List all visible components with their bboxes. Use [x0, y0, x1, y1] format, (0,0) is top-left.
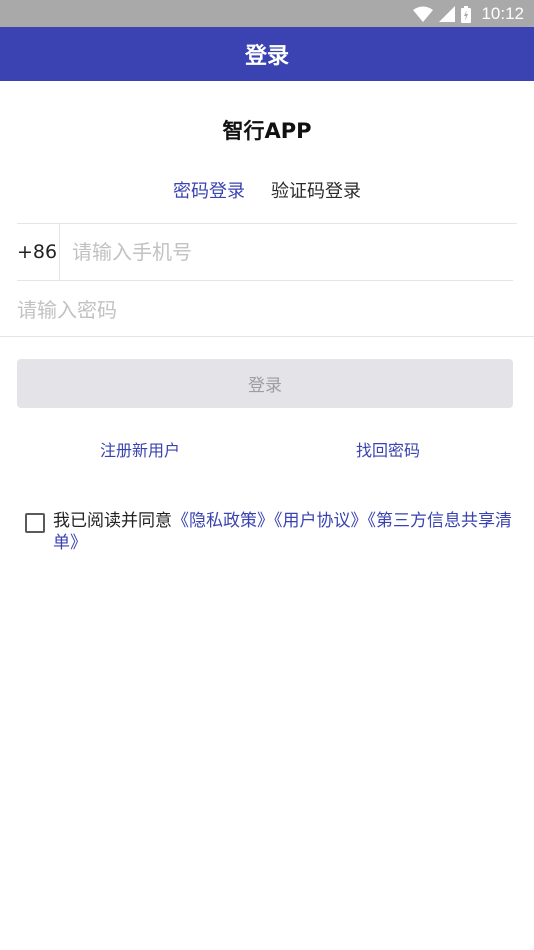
login-button[interactable]: 登录 — [17, 359, 513, 408]
password-input[interactable] — [17, 290, 513, 330]
battery-icon — [461, 5, 472, 23]
divider — [0, 336, 534, 337]
divider — [17, 280, 513, 281]
tab-password-login[interactable]: 密码登录 — [173, 177, 245, 203]
tab-code-login[interactable]: 验证码登录 — [271, 177, 361, 203]
app-bar: 登录 — [0, 27, 534, 81]
phone-input[interactable] — [72, 240, 492, 264]
page-title: 登录 — [244, 44, 289, 69]
phone-row: +86 — [17, 224, 513, 280]
login-method-tabs: 密码登录 验证码登录 — [0, 177, 534, 203]
agreement-text: 我已阅读并同意《隐私政策》《用户协议》《第三方信息共享清单》 — [53, 510, 515, 554]
app-name: 智行APP — [222, 119, 312, 143]
privacy-policy-link[interactable]: 《隐私政策》 — [172, 511, 274, 531]
status-time: 10:12 — [481, 4, 524, 23]
agreement-prefix: 我已阅读并同意 — [53, 511, 172, 531]
agreement-checkbox[interactable] — [25, 513, 45, 533]
user-agreement-link[interactable]: 《用户协议》 — [274, 511, 368, 531]
country-code[interactable]: +86 — [17, 224, 60, 280]
signal-icon — [439, 6, 456, 22]
status-icons: 10:12 — [413, 3, 524, 25]
forgot-password-link[interactable]: 找回密码 — [356, 437, 420, 461]
register-link[interactable]: 注册新用户 — [100, 437, 180, 461]
agreement: 我已阅读并同意《隐私政策》《用户协议》《第三方信息共享清单》 — [25, 510, 515, 554]
wifi-icon — [413, 6, 434, 22]
status-bar: 10:12 — [0, 0, 534, 27]
